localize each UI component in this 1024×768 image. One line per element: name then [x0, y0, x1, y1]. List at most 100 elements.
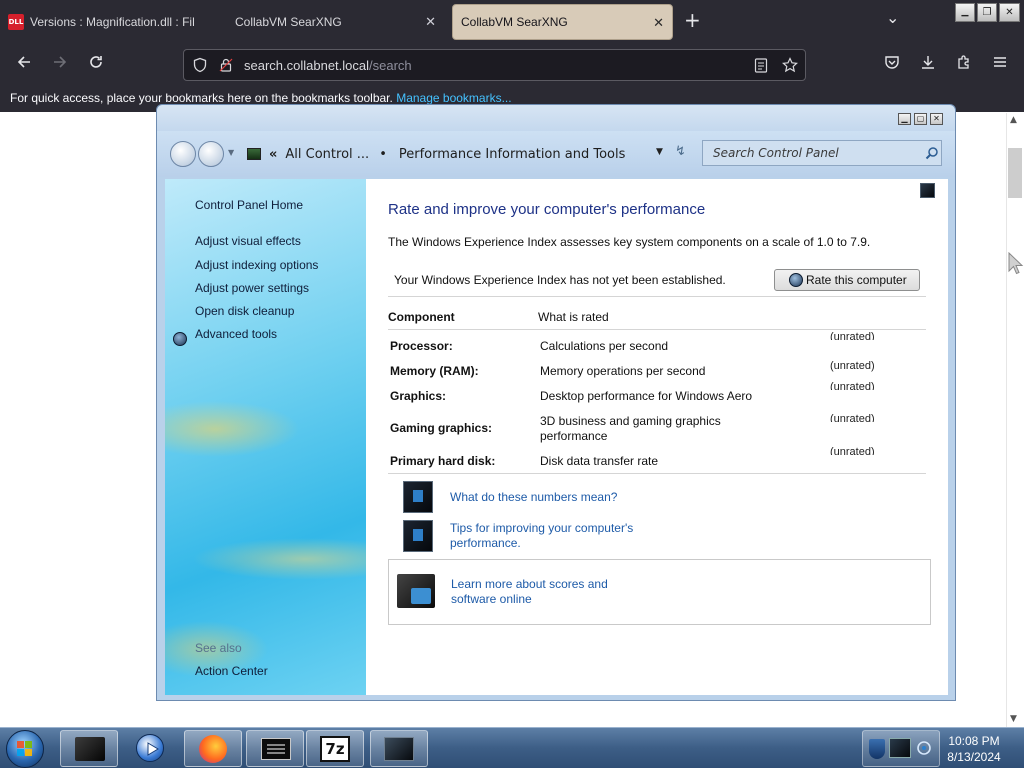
refresh-icon[interactable]: ↯	[675, 144, 686, 159]
adjust-power-settings-link[interactable]: Adjust power settings	[195, 281, 309, 295]
taskbar-control-panel[interactable]	[60, 730, 118, 767]
column-header-what-rated: What is rated	[538, 310, 609, 324]
url-host: search.collabnet.local	[244, 58, 370, 73]
row-component: Memory (RAM):	[390, 364, 479, 378]
cp-close-button[interactable]: ✕	[930, 113, 943, 125]
back-arrow-icon[interactable]	[11, 52, 37, 78]
restore-button[interactable]: ❐	[977, 3, 997, 22]
url-bar[interactable]: search.collabnet.local/search	[183, 49, 806, 81]
close-tab-icon[interactable]: ✕	[653, 15, 664, 31]
mouse-cursor-icon	[1008, 251, 1024, 280]
search-icon[interactable]	[925, 145, 939, 164]
what-do-numbers-mean-link[interactable]: What do these numbers mean?	[450, 490, 617, 505]
help-icon[interactable]	[920, 183, 935, 198]
network-icon[interactable]	[916, 739, 932, 757]
tab-collabvm-searxng-1[interactable]: CollabVM SearXNG ✕	[226, 4, 448, 40]
reader-icon[interactable]	[754, 58, 768, 77]
page-subtitle: The Windows Experience Index assesses ke…	[388, 235, 871, 249]
cp-maximize-button[interactable]: ▢	[914, 113, 927, 125]
row-rated: Desktop performance for Windows Aero	[540, 389, 753, 403]
address-bar: ▼ « All Control ... • Performance Inform…	[157, 131, 955, 177]
tab-list-button[interactable]: ⌄	[886, 8, 899, 27]
firefox-icon	[199, 735, 227, 763]
rate-this-computer-button[interactable]: Rate this computer	[774, 269, 920, 291]
row-rated: Calculations per second	[540, 339, 669, 353]
bookmarks-message: For quick access, place your bookmarks h…	[10, 91, 393, 105]
monitor-icon	[397, 574, 435, 608]
lock-icon[interactable]	[218, 57, 234, 77]
extensions-icon[interactable]	[951, 52, 977, 78]
taskbar-performance-window[interactable]	[370, 730, 428, 767]
row-score: (unrated)	[830, 331, 875, 340]
breadcrumb-current[interactable]: Performance Information and Tools	[399, 147, 626, 162]
search-control-panel-input[interactable]: Search Control Panel	[702, 140, 942, 166]
cp-forward-button[interactable]	[198, 141, 224, 167]
tab-versions-magnification[interactable]: DLL Versions : Magnification.dll : Fil	[0, 4, 222, 40]
taskbar-7zip[interactable]: 7z	[306, 730, 364, 767]
close-tab-icon[interactable]: ✕	[425, 14, 436, 30]
forward-arrow-icon[interactable]	[47, 52, 73, 78]
start-button[interactable]	[6, 730, 44, 768]
cp-back-button[interactable]	[170, 141, 196, 167]
close-window-button[interactable]: ✕	[999, 3, 1020, 22]
row-score: (unrated)	[830, 446, 875, 455]
minimize-button[interactable]: ▁	[955, 3, 975, 22]
adjust-visual-effects-link[interactable]: Adjust visual effects	[195, 234, 301, 248]
row-score: (unrated)	[830, 360, 875, 372]
tab-collabvm-searxng-active[interactable]: CollabVM SearXNG ✕	[452, 4, 673, 40]
security-shield-icon[interactable]	[869, 739, 885, 759]
breadcrumb-separator[interactable]: •	[379, 147, 387, 162]
pocket-icon[interactable]	[879, 52, 905, 78]
scroll-down-icon[interactable]: ▼	[1010, 714, 1017, 724]
taskbar-clock[interactable]: 10:08 PM 8/13/2024	[938, 733, 1010, 765]
breadcrumb-all-control-panel[interactable]: All Control ...	[285, 147, 369, 162]
learn-more-scores-link[interactable]: Learn more about scores and software onl…	[451, 577, 621, 607]
action-center-tray-icon[interactable]	[889, 738, 911, 758]
url-text[interactable]: search.collabnet.local/search	[244, 58, 412, 73]
clock-time: 10:08 PM	[948, 734, 1000, 748]
dll-icon: DLL	[8, 14, 24, 30]
cp-minimize-button[interactable]: ▁	[898, 113, 911, 125]
scroll-up-icon[interactable]: ▲	[1010, 115, 1017, 125]
page-scrollbar-thumb[interactable]	[1008, 148, 1022, 198]
star-icon[interactable]	[782, 57, 798, 77]
tab-title: Versions : Magnification.dll : Fil	[30, 15, 195, 29]
advanced-tools-link[interactable]: Advanced tools	[195, 327, 277, 341]
shield-icon[interactable]	[192, 57, 208, 77]
uac-shield-icon	[789, 273, 803, 287]
browser-nav-bar: search.collabnet.local/search	[0, 44, 1024, 86]
tab-title: CollabVM SearXNG	[235, 15, 342, 29]
address-dropdown-icon[interactable]: ▼	[656, 147, 663, 157]
control-panel-icon	[247, 148, 261, 160]
taskbar-firefox[interactable]	[184, 730, 242, 767]
tab-title: CollabVM SearXNG	[461, 15, 568, 29]
download-icon[interactable]	[915, 52, 941, 78]
breadcrumb: « All Control ... • Performance Informat…	[247, 141, 625, 167]
control-panel-content: Rate and improve your computer's perform…	[366, 179, 948, 695]
recent-pages-chevron-icon[interactable]: ▼	[228, 148, 234, 157]
manage-bookmarks-link[interactable]: Manage bookmarks...	[396, 91, 511, 105]
action-center-link[interactable]: Action Center	[195, 664, 268, 678]
see-also-label: See also	[195, 641, 242, 655]
taskbar: 7z 10:08 PM 8/13/2024	[0, 727, 1024, 768]
row-score: (unrated)	[830, 413, 875, 422]
page-scrollbar[interactable]	[1006, 113, 1024, 727]
tips-improving-performance-link[interactable]: Tips for improving your computer's perfo…	[450, 521, 660, 551]
row-score: (unrated)	[830, 381, 875, 390]
taskbar-media-player[interactable]	[122, 730, 180, 767]
window-title-bar[interactable]: ▁ ▢ ✕	[157, 105, 955, 131]
control-panel-home-link[interactable]: Control Panel Home	[195, 198, 303, 212]
taskbar-console[interactable]	[246, 730, 304, 767]
reload-icon[interactable]	[83, 52, 109, 78]
menu-icon[interactable]	[987, 52, 1013, 78]
monitor-icon	[384, 737, 414, 761]
new-tab-button[interactable]: +	[684, 8, 701, 32]
table-bottom-divider	[388, 473, 926, 474]
learn-more-panel: Learn more about scores and software onl…	[388, 559, 931, 625]
row-rated: 3D business and gaming graphics performa…	[540, 414, 721, 443]
adjust-indexing-options-link[interactable]: Adjust indexing options	[195, 258, 318, 272]
breadcrumb-overflow-icon[interactable]: «	[269, 147, 277, 162]
open-disk-cleanup-link[interactable]: Open disk cleanup	[195, 304, 294, 318]
header-divider	[388, 329, 926, 330]
column-header-component: Component	[388, 310, 455, 324]
